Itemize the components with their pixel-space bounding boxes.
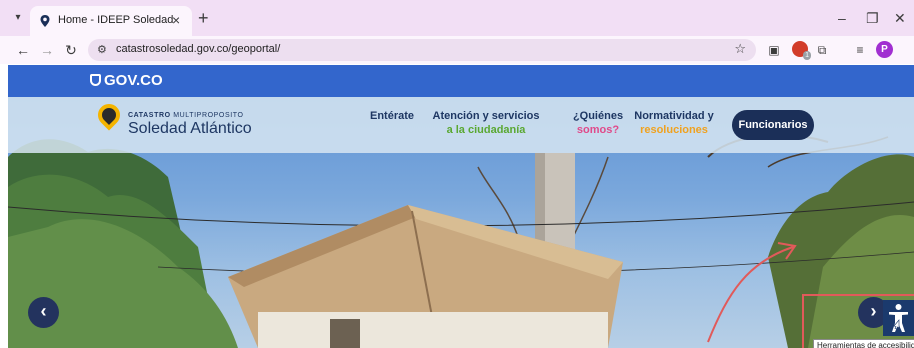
address-bar[interactable]: ⚙ catastrosoledad.gov.co/geoportal/ ☆ xyxy=(88,39,756,61)
nav-enterate-label: Entérate xyxy=(370,110,415,122)
nav-quienes-line2: somos? xyxy=(576,124,620,136)
brand-name[interactable]: Soledad Atlántico xyxy=(128,120,252,138)
browser-toolbar: ← → ↻ ⚙ catastrosoledad.gov.co/geoportal… xyxy=(0,36,914,64)
catastro-logo-icon[interactable] xyxy=(93,99,125,131)
funcionarios-button[interactable]: Funcionarios xyxy=(732,110,814,140)
brand-subtitle: CATASTRO MULTIPROPOSITO xyxy=(128,112,244,119)
nav-normatividad-line1: Normatividad y xyxy=(634,110,714,122)
nav-enterate[interactable]: Entérate xyxy=(370,110,414,122)
close-window-icon[interactable]: ✕ xyxy=(894,10,906,26)
brand-rest: MULTIPROPOSITO xyxy=(173,112,244,119)
nav-atencion-line2: a la ciudadanía xyxy=(446,124,526,136)
nav-normatividad[interactable]: Normatividad y resoluciones xyxy=(632,110,716,136)
nav-quienes-line1: ¿Quiénes xyxy=(572,110,624,122)
nav-quienes[interactable]: ¿Quiénes somos? xyxy=(564,110,632,136)
back-arrow-icon[interactable]: ← xyxy=(14,41,32,59)
browser-window: ▾ Home - IDEEP Soledad × + – ❐ ✕ ← → ↻ ⚙… xyxy=(0,0,914,348)
url-text[interactable]: catastrosoledad.gov.co/geoportal/ xyxy=(116,43,280,55)
chevron-down-icon[interactable]: ▾ xyxy=(10,10,26,26)
carousel-prev-button[interactable]: ‹ xyxy=(28,297,59,328)
cast-icon[interactable]: ▣ xyxy=(766,42,782,58)
gov-co-logo[interactable]: GOV.CO xyxy=(90,72,163,90)
accessibility-icon xyxy=(889,304,908,332)
browser-tab[interactable]: Home - IDEEP Soledad × xyxy=(30,6,192,36)
reading-list-icon[interactable]: ≡ xyxy=(852,42,868,58)
forward-arrow-icon[interactable]: → xyxy=(38,41,56,59)
close-tab-icon[interactable]: × xyxy=(172,12,180,28)
new-tab-icon[interactable]: + xyxy=(198,9,209,27)
accessibility-button[interactable] xyxy=(883,300,914,336)
nav-atencion-line1: Atención y servicios xyxy=(432,110,540,122)
extension-icon[interactable]: 1 xyxy=(792,41,811,60)
bookmark-star-icon[interactable]: ☆ xyxy=(734,41,746,57)
extension-badge-count: 1 xyxy=(803,51,811,60)
tab-strip: ▾ Home - IDEEP Soledad × + – ❐ ✕ xyxy=(0,0,914,36)
web-content: GOV.CO CATASTRO MULTIPROPOSITO Soledad A… xyxy=(8,65,914,348)
reload-icon[interactable]: ↻ xyxy=(62,41,80,59)
accessibility-tooltip: Herramientas de accesibilidad xyxy=(813,339,914,348)
nav-atencion[interactable]: Atención y servicios a la ciudadanía xyxy=(432,110,540,136)
nav-normatividad-line2: resoluciones xyxy=(640,124,708,136)
gov-logo-text: GOV.CO xyxy=(104,72,163,89)
site-info-icon[interactable]: ⚙ xyxy=(97,42,107,58)
minimize-icon[interactable]: – xyxy=(838,10,846,26)
gov-bar: GOV.CO xyxy=(8,65,914,97)
gov-shield-icon xyxy=(90,74,101,86)
tab-title: Home - IDEEP Soledad xyxy=(58,14,174,26)
location-pin-icon xyxy=(40,15,50,27)
profile-avatar[interactable]: P xyxy=(876,41,893,58)
restore-icon[interactable]: ❐ xyxy=(866,10,879,26)
brand-bold: CATASTRO xyxy=(128,112,171,119)
extensions-puzzle-icon[interactable]: ⧉ xyxy=(814,42,830,58)
